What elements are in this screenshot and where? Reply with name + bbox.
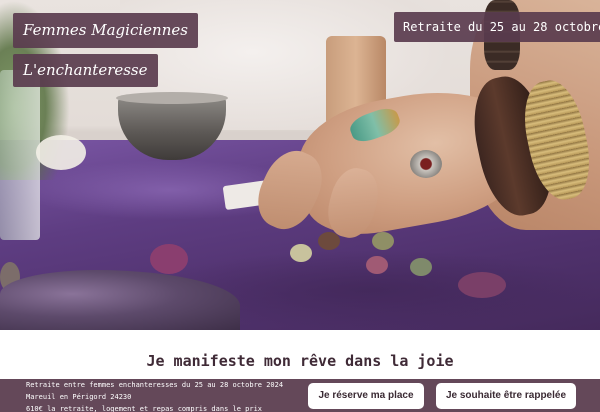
dried-flower-bud xyxy=(372,232,394,250)
hero-title-line1: Femmes Magiciennes xyxy=(13,13,198,48)
sticky-bottom-bar: Retraite entre femmes enchanteresses du … xyxy=(0,379,600,412)
dried-flower-bud xyxy=(458,272,506,298)
page-headline: Je manifeste mon rêve dans la joie xyxy=(146,352,454,370)
retreat-date-badge: Retraite du 25 au 28 octobre xyxy=(394,12,600,42)
dried-flower-bud xyxy=(150,244,188,274)
dried-flower-bud xyxy=(318,232,340,250)
reserve-button[interactable]: Je réserve ma place xyxy=(308,383,424,409)
hero-image xyxy=(0,0,600,330)
dried-flower-bud xyxy=(410,258,432,276)
white-flowers xyxy=(36,135,86,170)
info-line-price: 610€ la retraite, logement et repas comp… xyxy=(26,405,263,412)
singing-bowl-rim xyxy=(116,92,228,104)
info-line-location: Mareuil en Périgord 24230 xyxy=(26,393,132,401)
glass-vase xyxy=(0,70,40,240)
dried-flower-bud xyxy=(366,256,388,274)
dried-flower-bud xyxy=(290,244,312,262)
garnet-ring xyxy=(410,150,442,178)
info-line-dates: Retraite entre femmes enchanteresses du … xyxy=(26,381,284,389)
hero-title-line2: L'enchanteresse xyxy=(13,54,158,87)
retreat-info: Retraite entre femmes enchanteresses du … xyxy=(26,379,283,412)
callback-button[interactable]: Je souhaite être rappelée xyxy=(436,383,576,409)
